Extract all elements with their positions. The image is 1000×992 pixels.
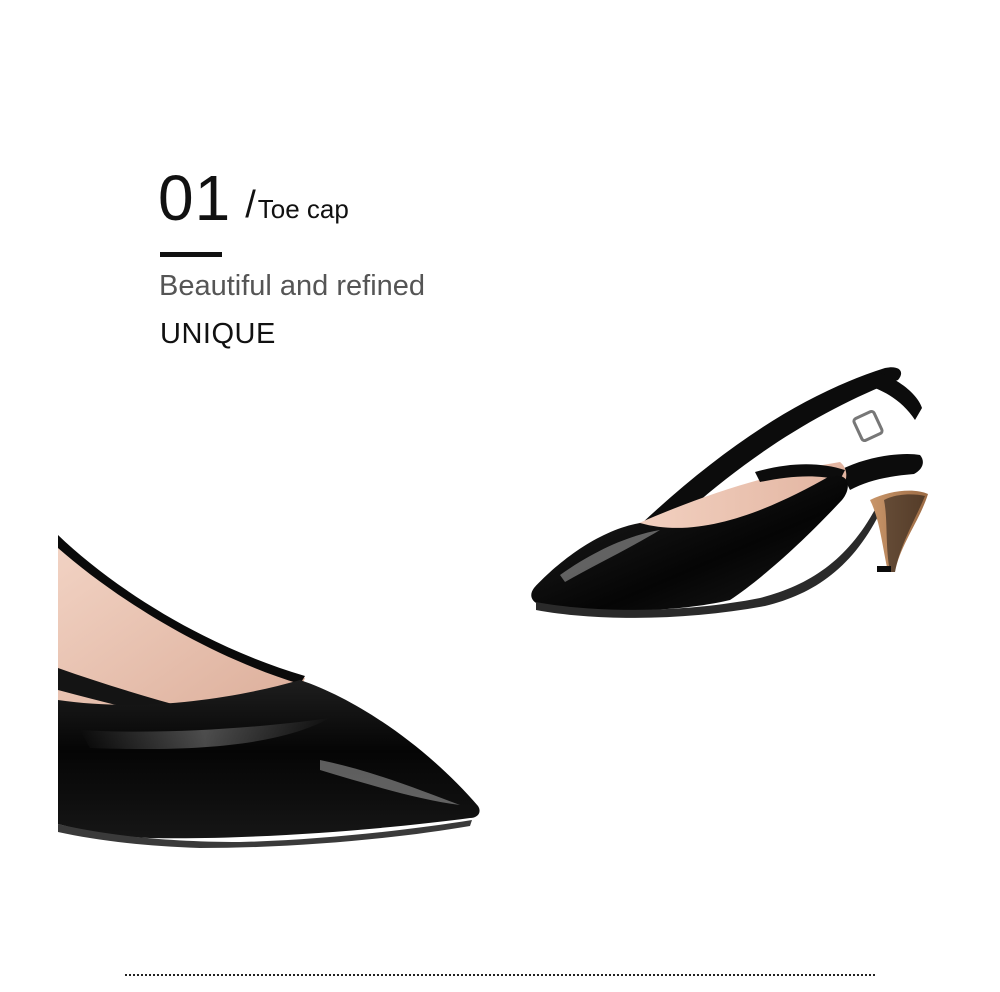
- section-divider: [125, 974, 875, 976]
- product-feature-panel: 01 / Toe cap Beautiful and refined UNIQU…: [0, 0, 1000, 992]
- buckle-icon: [852, 409, 884, 443]
- slingback-side-view-image: [531, 367, 928, 618]
